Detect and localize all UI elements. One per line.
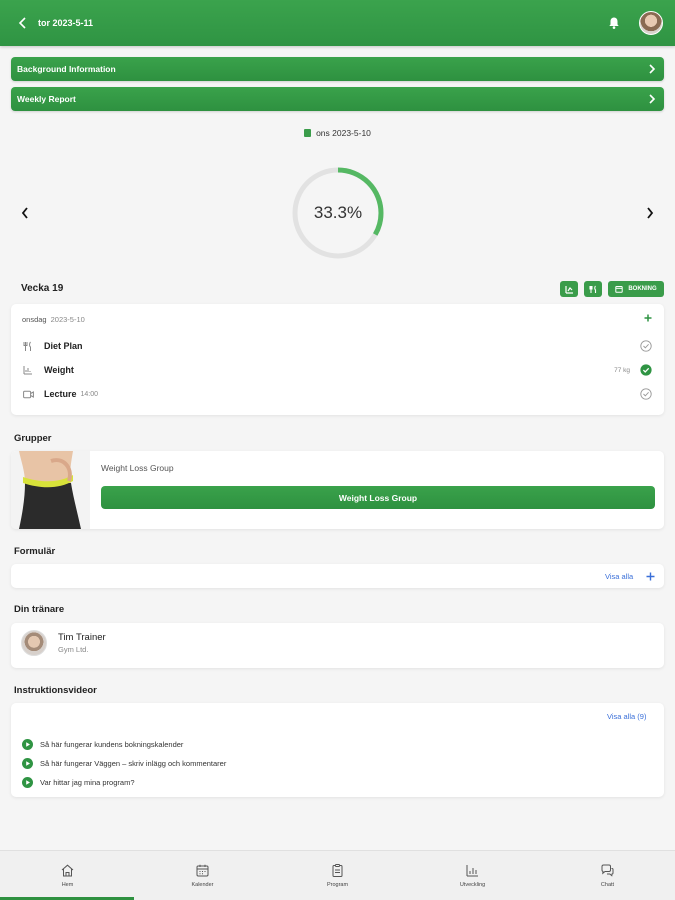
day-header: onsdag 2023-5-10 xyxy=(22,315,85,324)
bell-icon[interactable] xyxy=(607,16,621,30)
group-name: Weight Loss Group xyxy=(101,463,174,473)
check-circle-filled-icon[interactable] xyxy=(640,364,652,376)
nav-item-chat[interactable]: Chatt xyxy=(540,851,675,900)
open-group-button[interactable]: Weight Loss Group xyxy=(101,486,655,509)
add-form-plus-icon[interactable] xyxy=(644,570,656,582)
banner-label: Background Information xyxy=(17,64,116,74)
day-card: onsdag 2023-5-10 Diet Plan Weight 77 kg L… xyxy=(11,304,664,415)
video-item[interactable]: Så här fungerar kundens bokningskalender xyxy=(22,737,183,751)
day-weekday: onsdag xyxy=(22,315,47,324)
previous-day-arrow-icon[interactable] xyxy=(18,205,32,221)
progress-date-text: ons 2023-5-10 xyxy=(316,128,371,138)
videos-view-all-link[interactable]: Visa alla (9) xyxy=(607,712,646,721)
diet-button[interactable] xyxy=(584,281,602,297)
stats-button[interactable] xyxy=(560,281,578,297)
video-item[interactable]: Så här fungerar Väggen – skriv inlägg oc… xyxy=(22,756,226,770)
play-icon xyxy=(22,776,33,788)
trainer-gym: Gym Ltd. xyxy=(58,645,89,654)
videos-card: Visa alla (9) Så här fungerar kundens bo… xyxy=(11,703,664,797)
top-bar: tor 2023-5-11 xyxy=(0,0,675,46)
home-icon xyxy=(61,864,74,877)
task-value: 77 kg xyxy=(614,366,630,374)
progress-percent: 33.3% xyxy=(313,203,363,222)
video-title: Så här fungerar Väggen – skriv inlägg oc… xyxy=(40,758,227,768)
video-title: Var hittar jag mina program? xyxy=(40,777,135,787)
nav-item-home[interactable]: Hem xyxy=(0,851,135,900)
forms-view-all-link[interactable]: Visa alla xyxy=(605,572,633,581)
trainer-title: Din tränare xyxy=(14,604,65,615)
task-row-weight[interactable]: Weight 77 kg xyxy=(22,362,652,378)
group-card: Weight Loss Group Weight Loss Group xyxy=(11,451,664,529)
booking-label: BOKNING xyxy=(628,286,657,292)
calendar-icon xyxy=(196,864,209,877)
next-day-arrow-icon[interactable] xyxy=(643,205,657,221)
video-icon xyxy=(22,388,34,400)
weekly-report-banner[interactable]: Weekly Report xyxy=(11,87,664,111)
nav-label: Kalender xyxy=(191,882,214,888)
background-information-banner[interactable]: Background Information xyxy=(11,57,664,81)
back-arrow-icon[interactable] xyxy=(14,15,30,31)
play-icon xyxy=(22,757,33,769)
calendar-icon xyxy=(304,129,312,137)
bottom-navigation: Hem Kalender Program Utveckling Chatt xyxy=(0,850,675,900)
user-avatar[interactable] xyxy=(639,11,663,35)
fork-knife-icon xyxy=(588,285,596,293)
task-time: 14:00 xyxy=(80,390,99,398)
chevron-right-icon xyxy=(649,64,656,74)
nav-label: Program xyxy=(326,882,349,888)
chart-icon xyxy=(564,285,573,294)
nav-label: Hem xyxy=(61,882,74,888)
clipboard-icon xyxy=(332,864,343,877)
forms-card: Visa alla xyxy=(11,564,664,588)
week-label: Vecka 19 xyxy=(21,283,64,294)
calendar-icon xyxy=(615,286,624,293)
trainer-avatar xyxy=(21,630,47,656)
day-date: 2023-5-10 xyxy=(50,315,85,324)
video-title: Så här fungerar kundens bokningskalender xyxy=(40,739,184,749)
chart-icon xyxy=(22,364,34,376)
check-circle-outline-icon[interactable] xyxy=(640,388,652,400)
chart-icon xyxy=(466,865,478,877)
nav-item-progress[interactable]: Utveckling xyxy=(405,851,540,900)
nav-label: Utveckling xyxy=(459,882,486,888)
group-image xyxy=(11,451,90,529)
play-icon xyxy=(22,738,33,750)
progress-date: ons 2023-5-10 xyxy=(0,128,675,138)
add-task-plus-icon[interactable] xyxy=(642,312,654,324)
task-name: Weight xyxy=(44,365,74,375)
groups-title: Grupper xyxy=(14,433,52,444)
trainer-name: Tim Trainer xyxy=(58,632,106,643)
forms-title: Formulär xyxy=(14,546,56,557)
booking-button[interactable]: BOKNING xyxy=(608,281,664,297)
task-name: Diet Plan xyxy=(44,341,83,351)
fork-knife-icon xyxy=(22,340,34,352)
banner-label: Weekly Report xyxy=(17,94,76,104)
task-row-diet-plan[interactable]: Diet Plan xyxy=(22,338,652,354)
task-row-lecture[interactable]: Lecture 14:00 xyxy=(22,386,652,402)
trainer-card[interactable]: Tim Trainer Gym Ltd. xyxy=(11,623,664,668)
video-item[interactable]: Var hittar jag mina program? xyxy=(22,775,135,789)
check-circle-outline-icon[interactable] xyxy=(640,340,652,352)
videos-title: Instruktionsvideor xyxy=(14,685,97,696)
task-name: Lecture xyxy=(44,389,77,399)
nav-label: Chatt xyxy=(600,882,615,888)
chevron-right-icon xyxy=(649,94,656,104)
nav-item-calendar[interactable]: Kalender xyxy=(135,851,270,900)
header-date: tor 2023-5-11 xyxy=(38,18,94,28)
nav-item-program[interactable]: Program xyxy=(270,851,405,900)
chat-bubbles-icon xyxy=(601,864,614,877)
